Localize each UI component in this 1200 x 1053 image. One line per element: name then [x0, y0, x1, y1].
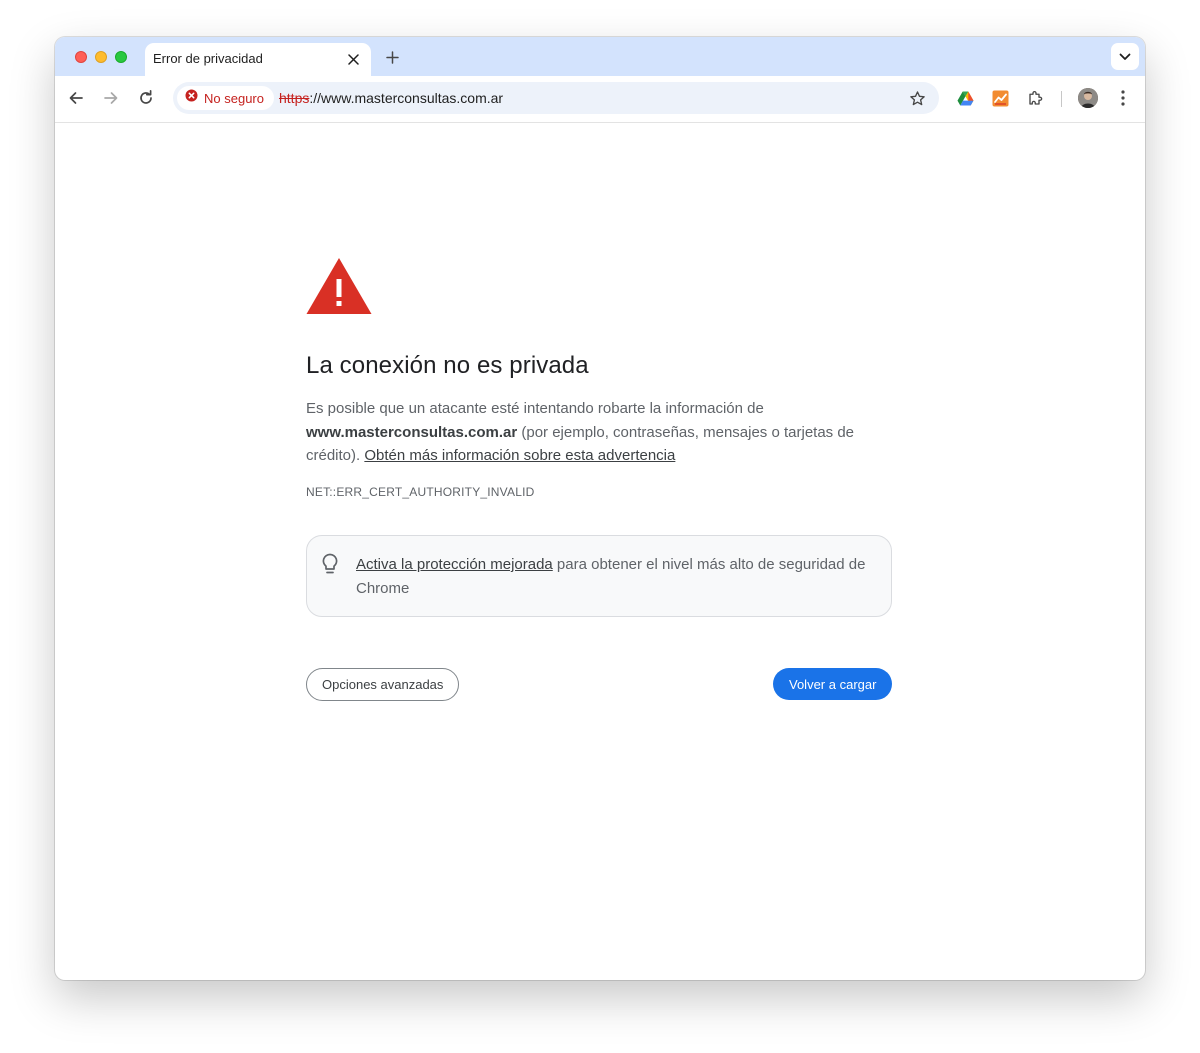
- callout-text: Activa la protección mejorada para obten…: [356, 553, 876, 600]
- not-secure-icon: [185, 89, 198, 107]
- address-bar[interactable]: No seguro https://www.masterconsultas.co…: [173, 82, 939, 114]
- security-chip[interactable]: No seguro: [177, 86, 274, 110]
- minimize-window-icon[interactable]: [95, 51, 107, 63]
- close-window-icon[interactable]: [75, 51, 87, 63]
- puzzle-extensions-icon[interactable]: [1022, 84, 1050, 112]
- tab-title: Error de privacidad: [153, 51, 263, 66]
- close-tab-icon[interactable]: [343, 49, 363, 69]
- toolbar: No seguro https://www.masterconsultas.co…: [55, 76, 1145, 123]
- enhanced-protection-link[interactable]: Activa la protección mejorada: [356, 556, 553, 573]
- profile-avatar[interactable]: [1078, 88, 1098, 108]
- extension-app-icon[interactable]: [986, 84, 1014, 112]
- kebab-menu-icon[interactable]: [1109, 84, 1137, 112]
- url-text[interactable]: https://www.masterconsultas.com.ar: [279, 90, 503, 106]
- toolbar-separator: [1061, 91, 1062, 107]
- lightbulb-icon: [321, 553, 339, 580]
- learn-more-link[interactable]: Obtén más información sobre esta adverte…: [364, 447, 675, 464]
- description-text: Es posible que un atacante esté intentan…: [306, 400, 764, 417]
- bookmark-star-icon[interactable]: [905, 86, 929, 110]
- url-host: ://www.masterconsultas.com.ar: [309, 90, 504, 106]
- tab-search-chevron-icon[interactable]: [1111, 43, 1139, 70]
- forward-arrow-icon[interactable]: [97, 84, 125, 112]
- zoom-window-icon[interactable]: [115, 51, 127, 63]
- page-title: La conexión no es privada: [306, 352, 589, 379]
- browser-window: Error de privacidad No seguro https://ww…: [55, 37, 1145, 980]
- error-code: NET::ERR_CERT_AUTHORITY_INVALID: [306, 485, 535, 499]
- error-description: Es posible que un atacante esté intentan…: [306, 397, 896, 468]
- url-scheme: https: [279, 90, 310, 106]
- reload-button[interactable]: Volver a cargar: [773, 668, 893, 700]
- enhanced-protection-callout: Activa la protección mejorada para obten…: [306, 535, 892, 617]
- warning-triangle-icon: [306, 257, 372, 320]
- back-arrow-icon[interactable]: [62, 84, 90, 112]
- tab-strip: Error de privacidad: [55, 37, 1145, 76]
- advanced-options-button[interactable]: Opciones avanzadas: [306, 668, 460, 701]
- site-domain: www.masterconsultas.com.ar: [306, 423, 518, 441]
- reload-icon[interactable]: [132, 84, 160, 112]
- security-chip-label: No seguro: [204, 90, 264, 106]
- google-drive-icon[interactable]: [951, 84, 979, 112]
- privacy-error-page: La conexión no es privada Es posible que…: [55, 123, 1145, 980]
- new-tab-icon[interactable]: [381, 46, 403, 68]
- active-tab[interactable]: Error de privacidad: [145, 43, 371, 76]
